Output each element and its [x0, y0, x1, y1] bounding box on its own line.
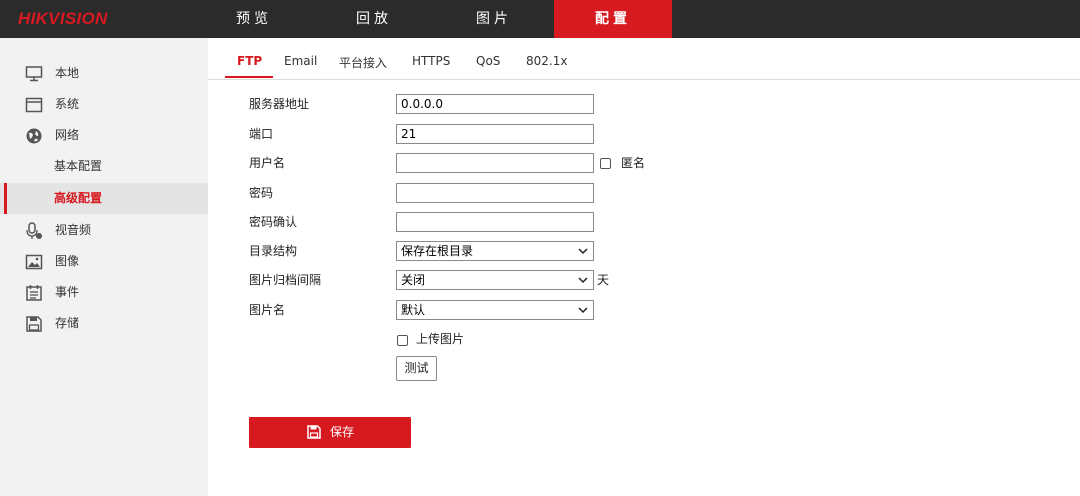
archive-interval-label: 图片归档间隔	[249, 273, 322, 287]
directory-structure-value: 保存在根目录	[401, 244, 474, 258]
image-icon	[25, 254, 43, 270]
picture-name-select[interactable]: 默认	[396, 300, 594, 320]
calendar-icon	[26, 285, 42, 301]
hikvision-logo: HIKVISION	[18, 9, 108, 28]
username-label: 用户名	[249, 156, 286, 170]
sidebar: 本地 系统 网络 基本配置 高级配置 视音频 图像 事件 存储	[0, 38, 208, 496]
active-tab-underline	[225, 76, 273, 78]
password-label: 密码	[249, 186, 274, 200]
tab-https[interactable]: HTTPS	[412, 54, 450, 78]
sidebar-item-storage[interactable]: 存储	[0, 308, 208, 339]
sidebar-subitem-basic-config[interactable]: 基本配置	[0, 151, 208, 182]
password-input[interactable]	[396, 183, 594, 203]
sidebar-item-local[interactable]: 本地	[0, 58, 208, 89]
sidebar-subitem-advanced-config[interactable]: 高级配置	[0, 183, 208, 214]
password-confirm-label: 密码确认	[249, 215, 298, 229]
server-address-input[interactable]	[396, 94, 594, 114]
sidebar-subitem-label: 高级配置	[54, 191, 103, 205]
globe-icon	[26, 128, 42, 144]
directory-structure-select[interactable]: 保存在根目录	[396, 241, 594, 261]
picture-name-label: 图片名	[249, 303, 286, 317]
archive-interval-value: 关闭	[401, 273, 426, 287]
port-label: 端口	[249, 127, 274, 141]
nav-tab-preview[interactable]: 预览	[195, 0, 313, 38]
tab-8021x[interactable]: 802.1x	[526, 54, 567, 78]
server-address-label: 服务器地址	[249, 97, 310, 111]
sidebar-item-label: 系统	[55, 97, 80, 111]
chevron-down-icon	[578, 248, 588, 255]
floppy-icon	[307, 425, 321, 439]
nav-tab-playback[interactable]: 回放	[315, 0, 433, 38]
active-indicator	[4, 183, 7, 214]
tab-qos[interactable]: QoS	[476, 54, 500, 78]
nav-tab-configuration[interactable]: 配置	[554, 0, 672, 38]
password-confirm-input[interactable]	[396, 212, 594, 232]
tab-ftp[interactable]: FTP	[237, 54, 262, 78]
archive-interval-select[interactable]: 关闭	[396, 270, 594, 290]
port-input[interactable]	[396, 124, 594, 144]
window-icon	[25, 97, 43, 113]
tab-email[interactable]: Email	[284, 54, 317, 78]
sidebar-item-label: 视音频	[55, 223, 92, 237]
username-input[interactable]	[396, 153, 594, 173]
nav-tab-picture[interactable]: 图片	[435, 0, 553, 38]
sidebar-item-network[interactable]: 网络	[0, 120, 208, 151]
chevron-down-icon	[578, 307, 588, 314]
sidebar-item-label: 图像	[55, 254, 80, 268]
save-button-label: 保存	[330, 425, 355, 439]
picture-name-value: 默认	[401, 303, 426, 317]
archive-interval-unit: 天	[597, 273, 610, 287]
sidebar-item-label: 存储	[55, 316, 80, 330]
sidebar-item-image[interactable]: 图像	[0, 246, 208, 277]
sidebar-item-video-audio[interactable]: 视音频	[0, 215, 208, 246]
monitor-icon	[25, 66, 43, 82]
upload-picture-checkbox[interactable]	[397, 335, 408, 346]
sidebar-item-event[interactable]: 事件	[0, 277, 208, 308]
sidebar-subitem-label: 基本配置	[54, 159, 103, 173]
test-button[interactable]: 测试	[396, 356, 437, 381]
anonymous-checkbox[interactable]	[600, 158, 611, 169]
tab-platform-access[interactable]: 平台接入	[339, 54, 387, 78]
anonymous-label: 匿名	[621, 156, 646, 170]
sidebar-item-label: 网络	[55, 128, 80, 142]
save-button[interactable]: 保存	[249, 417, 411, 448]
subtab-bar: FTP Email 平台接入 HTTPS QoS 802.1x	[208, 38, 1080, 80]
chevron-down-icon	[578, 277, 588, 284]
microphone-icon	[26, 222, 42, 239]
top-nav-bar: HIKVISION 预览 回放 图片 配置	[0, 0, 1080, 38]
floppy-icon	[26, 316, 42, 332]
sidebar-item-label: 本地	[55, 66, 80, 80]
upload-picture-label: 上传图片	[416, 332, 465, 346]
sidebar-item-system[interactable]: 系统	[0, 89, 208, 120]
sidebar-item-label: 事件	[55, 285, 80, 299]
directory-structure-label: 目录结构	[249, 244, 298, 258]
